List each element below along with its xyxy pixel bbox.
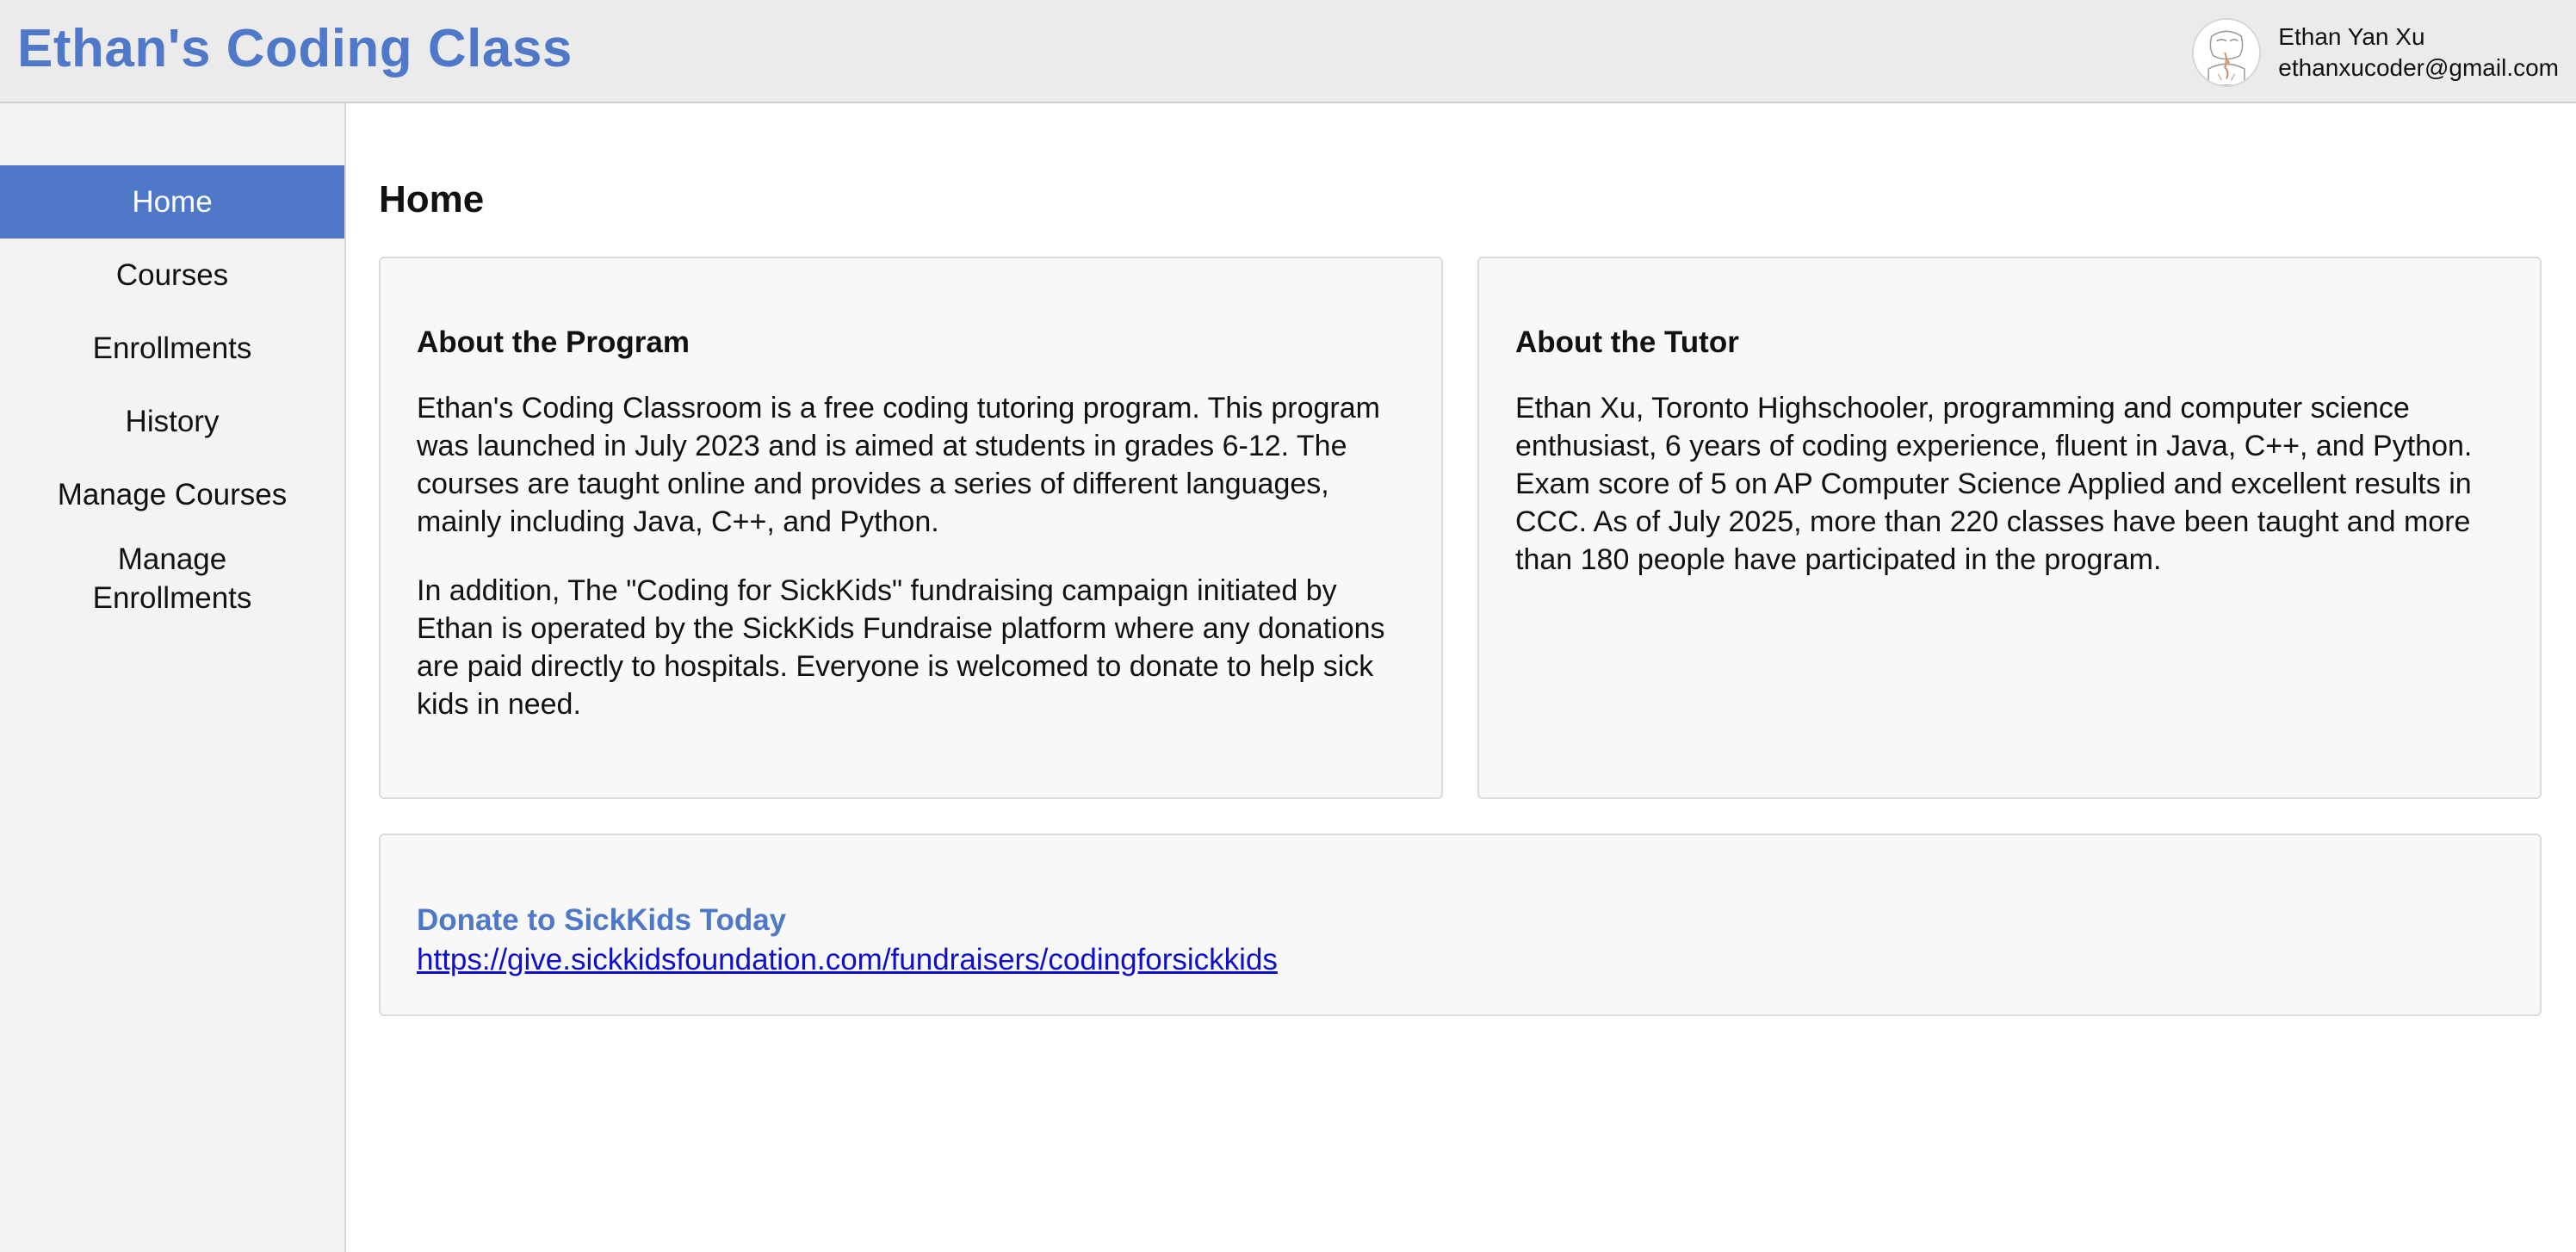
about-program-paragraph: Ethan's Coding Classroom is a free codin… [417, 392, 1380, 538]
sidebar-item-label: Manage Courses [57, 478, 288, 511]
about-tutor-heading: About the Tutor [1515, 325, 1739, 359]
sidebar-item-label: Enrollments [92, 332, 252, 365]
donate-card: Donate to SickKids Today https://give.si… [379, 834, 2542, 1016]
donate-link[interactable]: https://give.sickkidsfoundation.com/fund… [417, 940, 1278, 980]
about-tutor-card: About the Tutor Ethan Xu, Toronto Highsc… [1477, 257, 2542, 799]
avatar-sketch-graphic [2194, 20, 2260, 85]
user-avatar-icon[interactable] [2192, 18, 2262, 87]
sidebar-item-label: Home [132, 185, 213, 219]
top-header: Ethan's Coding Class Ethan Yan Xu ethanx… [0, 0, 2576, 103]
sidebar-item-history[interactable]: History [0, 385, 344, 458]
sidebar-item-manage-courses[interactable]: Manage Courses [0, 458, 344, 531]
sidebar-item-courses[interactable]: Courses [0, 239, 344, 312]
about-tutor-paragraph: Ethan Xu, Toronto Highschooler, programm… [1515, 392, 2473, 576]
about-program-heading: About the Program [417, 325, 690, 359]
page-title: Home [379, 178, 485, 220]
sidebar-item-home[interactable]: Home [0, 165, 344, 239]
user-info: Ethan Yan Xu ethanxucoder@gmail.com [2278, 22, 2559, 84]
main-content: Home About the Program Ethan's Coding Cl… [346, 103, 2576, 1252]
sidebar-nav: Home Courses Enrollments History Manage … [0, 165, 344, 626]
sidebar-item-label: History [125, 405, 220, 438]
sidebar-item-label: Manage Enrollments [92, 542, 252, 615]
sidebar-item-label: Courses [115, 258, 229, 292]
sidebar-item-enrollments[interactable]: Enrollments [0, 312, 344, 385]
sidebar: Home Courses Enrollments History Manage … [0, 103, 346, 1252]
fundraising-paragraph: In addition, The "Coding for SickKids" f… [417, 574, 1385, 721]
user-email: ethanxucoder@gmail.com [2278, 54, 2559, 81]
sidebar-item-manage-enrollments[interactable]: Manage Enrollments [0, 531, 344, 626]
user-profile[interactable]: Ethan Yan Xu ethanxucoder@gmail.com [2192, 15, 2559, 90]
donate-heading: Donate to SickKids Today [417, 903, 787, 937]
about-program-card: About the Program Ethan's Coding Classro… [379, 257, 1443, 799]
user-name: Ethan Yan Xu [2278, 23, 2425, 50]
app-title[interactable]: Ethan's Coding Class [17, 12, 573, 86]
